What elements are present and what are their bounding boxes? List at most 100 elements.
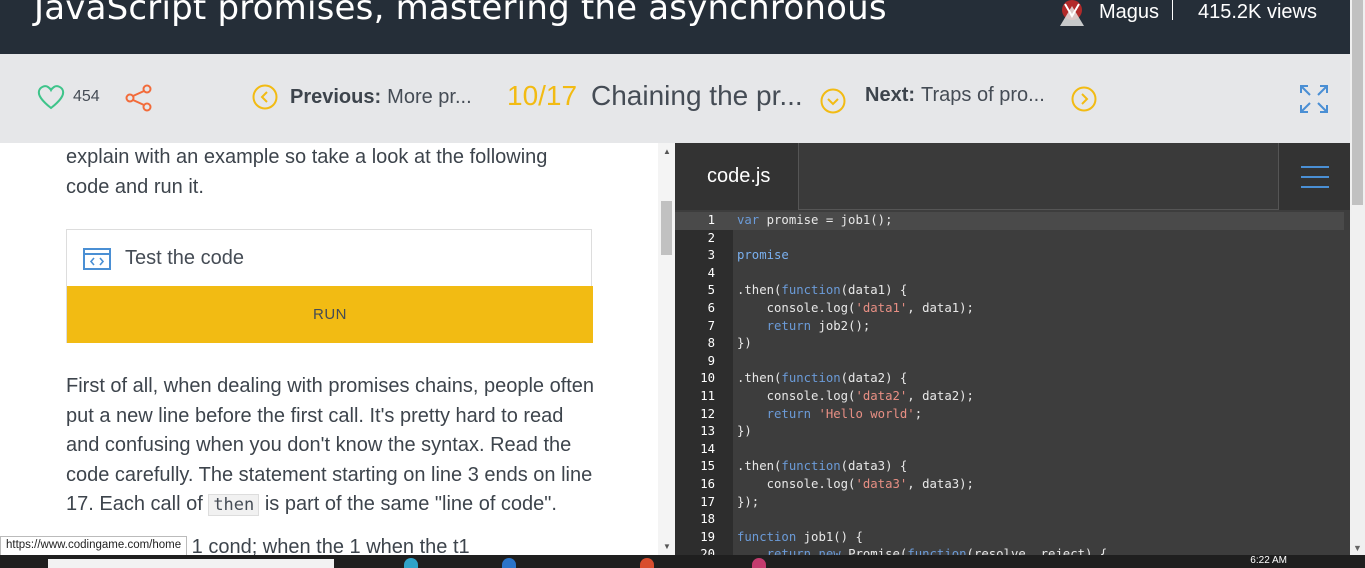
scroll-up-arrow-icon[interactable]: ▲ <box>663 147 671 156</box>
code-text: console.log('data2', data2); <box>737 388 974 403</box>
fullscreen-button[interactable] <box>1299 84 1329 114</box>
code-line[interactable]: 5 .then(function(data1) { <box>675 282 1350 300</box>
line-number: 4 <box>707 265 715 280</box>
code-text: }) <box>737 424 752 439</box>
code-line[interactable]: 19 function job1() { <box>675 529 1350 547</box>
line-number: 17 <box>700 494 715 509</box>
code-text: console.log('data1', data1); <box>737 300 974 315</box>
test-code-title: Test the code <box>125 247 244 269</box>
author-name[interactable]: Magus <box>1099 1 1159 24</box>
taskbar-app-icon[interactable] <box>752 558 766 568</box>
code-text: }) <box>737 336 752 351</box>
like-button[interactable]: 454 <box>37 84 100 110</box>
code-line[interactable]: 13}) <box>675 423 1350 441</box>
code-line[interactable]: 1 var promise = job1(); <box>675 212 1350 230</box>
code-line[interactable]: 6 console.log('data1', data1); <box>675 300 1350 318</box>
line-number: 16 <box>700 476 715 491</box>
line-number: 3 <box>707 248 715 263</box>
test-code-header: Test the code <box>67 230 591 287</box>
code-line[interactable]: 9 <box>675 353 1350 371</box>
line-number: 20 <box>700 547 715 555</box>
lesson-navbar: 454 Previous: More pr... 10/17 Chaining … <box>0 54 1350 143</box>
line-number: 13 <box>700 424 715 439</box>
previous-title: More pr... <box>387 85 472 108</box>
code-area[interactable]: 1 var promise = job1(); 2 3 promise 4 5 .then(f… <box>675 212 1350 555</box>
next-title: Traps of pro... <box>921 84 1045 106</box>
code-line[interactable]: 3 promise <box>675 247 1350 265</box>
chapter-dropdown[interactable] <box>820 88 846 114</box>
taskbar-search[interactable] <box>48 559 334 568</box>
code-text: var promise = job1(); <box>737 213 893 227</box>
code-line[interactable]: 12 return 'Hello world'; <box>675 406 1350 424</box>
scroll-down-arrow-icon[interactable]: ▼ <box>1353 543 1362 553</box>
lesson-progress: 10/17 <box>507 80 578 111</box>
code-text: return new Promise(function(resolve, rej… <box>766 547 1108 555</box>
line-number: 8 <box>707 336 715 351</box>
scroll-down-arrow-icon[interactable]: ▼ <box>663 542 671 551</box>
heart-icon <box>37 85 65 110</box>
content-scrollbar[interactable]: ▲ ▼ <box>658 143 675 555</box>
test-code-widget: Test the code RUN <box>66 229 593 343</box>
like-count: 454 <box>73 88 100 105</box>
code-text: .then(function(data1) { <box>737 283 908 298</box>
hamburger-menu-icon <box>1300 165 1329 188</box>
code-text: promise <box>737 248 789 263</box>
chevron-down-icon <box>820 88 846 114</box>
line-number: 6 <box>707 300 715 315</box>
code-text: function job1() { <box>737 529 863 544</box>
code-line[interactable]: 17}); <box>675 494 1350 512</box>
taskbar: 6:22 AM <box>0 555 1365 568</box>
code-text: return job2(); <box>766 318 871 333</box>
content-scrollbar-thumb[interactable] <box>661 201 672 255</box>
code-text: return 'Hello world'; <box>766 406 923 421</box>
editor-scrollbar[interactable] <box>1344 212 1350 555</box>
taskbar-app-icon[interactable] <box>502 558 516 568</box>
line-number: 12 <box>700 406 715 421</box>
intro-paragraph: explain with an example so take a look a… <box>66 146 548 198</box>
code-line[interactable]: 10 .then(function(data2) { <box>675 370 1350 388</box>
code-line[interactable]: 18 <box>675 511 1350 529</box>
code-line[interactable]: 4 <box>675 265 1350 283</box>
code-text: .then(function(data2) { <box>737 371 908 386</box>
share-button[interactable] <box>124 84 154 112</box>
code-text: .then(function(data3) { <box>737 459 908 474</box>
view-count: 415.2K views <box>1198 1 1317 23</box>
run-button[interactable]: RUN <box>67 286 593 343</box>
next-label: Next: <box>865 84 916 106</box>
previous-lesson-link[interactable]: Previous: More pr... <box>252 84 472 110</box>
code-line[interactable]: 15 .then(function(data3) { <box>675 458 1350 476</box>
window-scrollbar-thumb[interactable] <box>1352 0 1363 205</box>
code-line[interactable]: 20 return new Promise(function(resolve, … <box>675 546 1350 555</box>
editor-tab-bar: code.js <box>675 143 1350 210</box>
code-line[interactable]: 14 <box>675 441 1350 459</box>
next-lesson-link[interactable]: Next: Traps of pro... <box>865 84 1045 107</box>
code-line[interactable]: 7 return job2(); <box>675 318 1350 336</box>
line-number: 9 <box>707 353 715 368</box>
file-tab[interactable]: code.js <box>675 143 799 210</box>
next-lesson-button[interactable] <box>1071 86 1097 112</box>
code-line[interactable]: 11 console.log('data2', data2); <box>675 388 1350 406</box>
editor-menu-button[interactable] <box>1278 143 1350 210</box>
code-line[interactable]: 2 <box>675 230 1350 248</box>
lesson-header: JavaScript promises, mastering the async… <box>0 0 1350 54</box>
chevron-left-icon <box>252 84 278 110</box>
taskbar-app-icon[interactable] <box>640 558 654 568</box>
status-url: https://www.codingame.com/home <box>0 536 188 556</box>
window-scrollbar[interactable]: ▼ <box>1350 0 1365 555</box>
code-editor-panel: code.js 1 var promise = job1(); 2 3 promise 4… <box>675 143 1350 555</box>
line-number: 5 <box>707 283 715 298</box>
code-line[interactable]: 16 console.log('data3', data3); <box>675 476 1350 494</box>
taskbar-app-icon[interactable] <box>404 558 418 568</box>
line-number: 1 <box>707 213 715 227</box>
line-number: 7 <box>707 318 715 333</box>
chapter-title[interactable]: Chaining the pr... <box>591 80 803 112</box>
previous-label: Previous: <box>290 85 382 108</box>
line-number: 15 <box>700 459 715 474</box>
code-line[interactable]: 8}) <box>675 335 1350 353</box>
line-number: 19 <box>700 529 715 544</box>
line-number: 11 <box>700 388 715 403</box>
user-avatar-icon[interactable] <box>1055 0 1089 26</box>
inline-code-then: then <box>208 494 260 516</box>
lesson-title: JavaScript promises, mastering the async… <box>34 0 887 28</box>
clock: 6:22 AM <box>1250 555 1287 566</box>
